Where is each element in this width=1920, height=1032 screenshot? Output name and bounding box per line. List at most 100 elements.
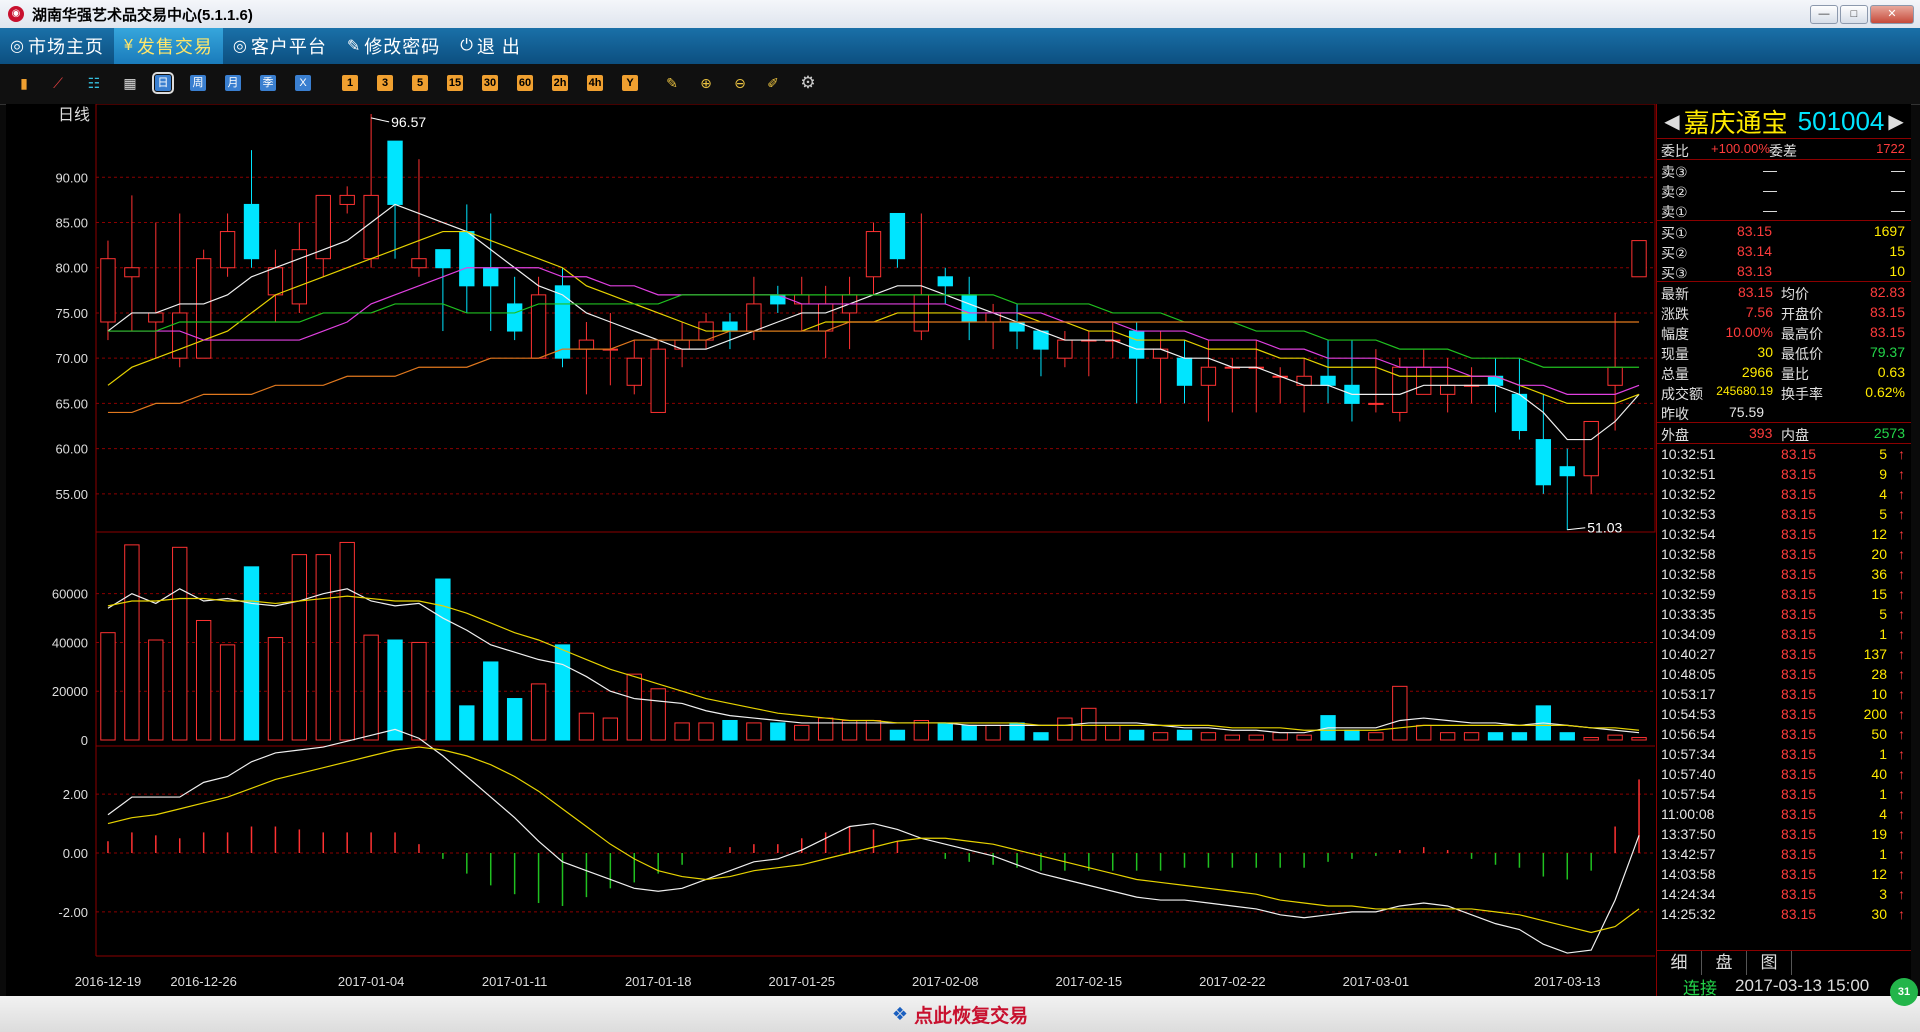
tick-volume: 36 bbox=[1871, 566, 1887, 582]
prev-instrument-icon[interactable]: ◀ bbox=[1664, 109, 1679, 134]
bar-chart-icon[interactable]: ▮ bbox=[16, 75, 32, 91]
stat-label-right: 量比 bbox=[1781, 366, 1809, 382]
tick-price: 83.15 bbox=[1781, 746, 1817, 762]
neipan-label: 内盘 bbox=[1781, 427, 1809, 443]
draw-line-icon[interactable]: ✐ bbox=[765, 75, 781, 91]
minute-button-6[interactable]: 2h bbox=[552, 75, 568, 91]
panel-tab-0[interactable]: 细 bbox=[1657, 951, 1702, 975]
minute-button-4[interactable]: 30 bbox=[482, 75, 498, 91]
tick-row: 10:40:27 83.15 137 ↑ bbox=[1657, 644, 1911, 664]
minute-button-5[interactable]: 60 bbox=[517, 75, 533, 91]
volume-bar bbox=[315, 554, 331, 741]
tick-direction-icon: ↑ bbox=[1898, 746, 1905, 762]
stat-value-right: 0.62% bbox=[1865, 384, 1905, 400]
tick-price: 83.15 bbox=[1781, 906, 1817, 922]
kline-chart-area[interactable]: 日线 90.00 85.00 80.00 75.00 70.00 65.00 60.00 55.… bbox=[6, 104, 1656, 996]
stat-label-right: 最低价 bbox=[1781, 346, 1823, 362]
stat-value-left: 7.56 bbox=[1745, 304, 1773, 320]
tick-direction-icon: ↑ bbox=[1898, 446, 1905, 462]
tick-row: 10:32:59 83.15 15 ↑ bbox=[1657, 584, 1911, 604]
tick-time: 14:25:32 bbox=[1661, 906, 1716, 922]
menu-item-2[interactable]: ◎ 客户平台 bbox=[223, 28, 337, 64]
waipan-label: 外盘 bbox=[1661, 427, 1689, 443]
volume-bar bbox=[243, 566, 260, 741]
stat-value-left: 2966 bbox=[1741, 364, 1773, 380]
candlestick-icon[interactable]: ☷ bbox=[86, 75, 102, 91]
candle-body bbox=[1559, 466, 1575, 477]
tick-row: 10:33:35 83.15 5 ↑ bbox=[1657, 604, 1911, 624]
buy-row-2: 买③ 83.13 10 bbox=[1657, 261, 1911, 281]
volume-bar bbox=[961, 724, 977, 741]
volume-bar bbox=[889, 729, 906, 741]
menu-item-3[interactable]: ✎ 修改密码 bbox=[337, 28, 450, 64]
volume-ma-line-white bbox=[107, 588, 1640, 734]
period-button-0[interactable]: 日 bbox=[152, 72, 174, 94]
minute-button-8[interactable]: Y bbox=[622, 75, 638, 91]
volume-bar bbox=[1487, 732, 1504, 741]
period-button-3[interactable]: 季 bbox=[260, 75, 276, 91]
minute-button-2[interactable]: 5 bbox=[412, 75, 428, 91]
volume-bar bbox=[1248, 734, 1264, 741]
tick-row: 10:54:53 83.15 200 ↑ bbox=[1657, 704, 1911, 724]
tick-time: 10:57:40 bbox=[1661, 766, 1716, 782]
tick-volume: 20 bbox=[1871, 546, 1887, 562]
date-tick-label: 2017-03-13 bbox=[1534, 974, 1601, 989]
period-button-2[interactable]: 月 bbox=[225, 75, 241, 91]
tick-row: 10:32:52 83.15 4 ↑ bbox=[1657, 484, 1911, 504]
restore-trading-link[interactable]: 点此恢复交易 bbox=[914, 1001, 1028, 1028]
candle-body bbox=[1511, 393, 1528, 432]
sell-volume: — bbox=[1891, 162, 1905, 178]
line-chart-icon[interactable]: ⟋ bbox=[50, 75, 66, 91]
tick-time: 10:33:35 bbox=[1661, 606, 1716, 622]
tick-row: 10:48:05 83.15 28 ↑ bbox=[1657, 664, 1911, 684]
menu-item-4[interactable]: ⏻ 退 出 bbox=[450, 28, 531, 64]
minimize-button[interactable]: — bbox=[1810, 5, 1838, 24]
volume-bar bbox=[339, 541, 355, 741]
menu-item-1[interactable]: ¥ 发售交易 bbox=[113, 28, 223, 64]
connection-label: 连接 bbox=[1683, 978, 1717, 998]
zoom-in-icon[interactable]: ⊕ bbox=[698, 75, 714, 91]
ruler-icon[interactable]: ✎ bbox=[664, 75, 680, 91]
volume-bar bbox=[1511, 732, 1528, 741]
minute-button-3[interactable]: 15 bbox=[447, 75, 463, 91]
panel-tab-1[interactable]: 盘 bbox=[1702, 951, 1747, 975]
candle-body bbox=[1368, 402, 1384, 405]
tick-price: 83.15 bbox=[1781, 866, 1817, 882]
zoom-out-icon[interactable]: ⊖ bbox=[732, 75, 748, 91]
buy-level-label: 买① bbox=[1661, 225, 1688, 241]
volume-bar bbox=[124, 544, 140, 741]
candle-body bbox=[459, 231, 475, 287]
tick-volume: 4 bbox=[1879, 806, 1887, 822]
close-button[interactable]: ✕ bbox=[1870, 5, 1914, 24]
stat-row-1: 涨跌 7.56 开盘价 83.15 bbox=[1657, 302, 1911, 322]
next-instrument-icon[interactable]: ▶ bbox=[1888, 109, 1903, 134]
stat-value-right: 83.15 bbox=[1869, 304, 1905, 320]
panel-tab-2[interactable]: 图 bbox=[1747, 951, 1792, 975]
minute-button-1[interactable]: 3 bbox=[377, 75, 393, 91]
minute-button-7[interactable]: 4h bbox=[587, 75, 603, 91]
gear-icon[interactable]: ⚙ bbox=[800, 74, 816, 91]
tick-volume: 12 bbox=[1871, 526, 1887, 542]
menu-item-0[interactable]: ◎ 市场主页 bbox=[0, 28, 114, 64]
volume-tick-label: 20000 bbox=[52, 684, 88, 699]
menu-icon: ◎ bbox=[232, 38, 248, 55]
volume-bar bbox=[435, 578, 451, 741]
tick-time: 10:32:51 bbox=[1661, 466, 1716, 482]
calendar-icon[interactable]: ▦ bbox=[122, 75, 138, 91]
maximize-button[interactable]: □ bbox=[1840, 5, 1868, 24]
tick-time: 13:42:57 bbox=[1661, 846, 1716, 862]
period-button-1[interactable]: 周 bbox=[190, 75, 206, 91]
date-tick-label: 2017-02-08 bbox=[912, 974, 979, 989]
volume-bar bbox=[554, 644, 571, 741]
tick-row: 10:57:54 83.15 1 ↑ bbox=[1657, 784, 1911, 804]
quote-panel: ◀ 嘉庆通宝 501004 ▶ 委比 +100.00% 委差 1722 卖③ — —… bbox=[1656, 104, 1911, 998]
period-button-4[interactable]: X bbox=[295, 75, 311, 91]
candle-body bbox=[1320, 375, 1336, 386]
notification-badge[interactable]: 31 bbox=[1890, 978, 1918, 1006]
minute-button-0[interactable]: 1 bbox=[342, 75, 358, 91]
price-tick-label: 75.00 bbox=[55, 306, 88, 321]
ma-line-green bbox=[107, 294, 1640, 368]
tick-direction-icon: ↑ bbox=[1898, 806, 1905, 822]
candle-body bbox=[195, 258, 212, 359]
stat-row-0: 最新 83.15 均价 82.83 bbox=[1657, 282, 1911, 302]
